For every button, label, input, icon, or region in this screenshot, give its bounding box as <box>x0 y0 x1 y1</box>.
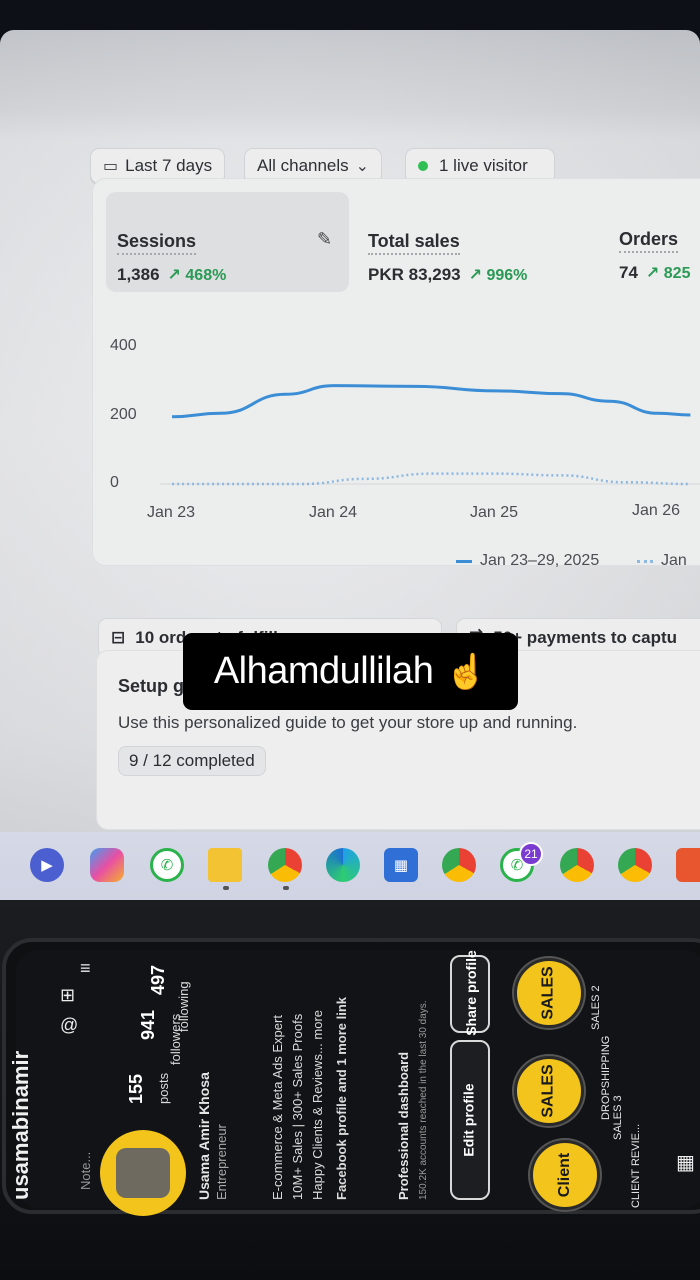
highlight-sales3-caption: SALES 3 <box>612 1095 624 1140</box>
copilot-icon[interactable] <box>90 848 124 882</box>
profile-role: Entrepreneur <box>214 1124 229 1200</box>
chrome-profile-3-icon[interactable] <box>618 848 652 882</box>
profile-name: Usama Amir Khosa <box>196 1072 212 1200</box>
series-current-line <box>171 384 691 419</box>
share-profile-button[interactable]: Share profile <box>450 950 490 1036</box>
story-caption: Alhamdullilah ☝️ <box>183 633 518 710</box>
posts-label: posts <box>156 1072 171 1104</box>
legend-solid-swatch <box>456 559 472 563</box>
chrome-profile-icon[interactable] <box>442 848 476 882</box>
teams-icon[interactable]: ▶ <box>30 848 64 882</box>
whatsapp-badge: 21 <box>519 842 543 866</box>
edit-profile-button[interactable]: Edit profile <box>450 1040 490 1200</box>
highlight-client-label: Client <box>555 1152 573 1198</box>
legend-current: Jan 23–29, 2025 <box>456 552 599 570</box>
dashboard-subtitle: 150.2K accounts reached in the last 30 d… <box>418 1000 429 1200</box>
highlight-sales2-caption: SALES 2 <box>590 985 602 1030</box>
profile-links[interactable]: Facebook profile and 1 more link <box>334 997 349 1200</box>
menu-icon[interactable]: ≡ <box>80 958 91 979</box>
chrome-icon[interactable] <box>268 848 302 882</box>
setup-guide-description: Use this personalized guide to get your … <box>118 713 578 732</box>
inbox-icon: ⊟ <box>111 628 126 647</box>
bio-line-3[interactable]: Happy Clients & Reviews... more <box>310 1010 325 1200</box>
setup-guide-title: Setup g <box>118 676 184 696</box>
following-count[interactable]: 497 <box>148 965 169 995</box>
chrome-running-dot <box>283 886 289 890</box>
posts-count: 155 <box>126 1073 146 1104</box>
bio-line-2: 10M+ Sales | 300+ Sales Proofs <box>290 1013 305 1200</box>
share-profile-label: Share profile <box>462 950 479 1036</box>
bio-line-1: E-commerce & Meta Ads Expert <box>270 1015 285 1200</box>
add-post-icon[interactable]: ⊞ <box>60 985 75 1006</box>
legend-current-label: Jan 23–29, 2025 <box>480 552 600 569</box>
explorer-running-dot <box>223 886 229 890</box>
edit-profile-label: Edit profile <box>460 1083 477 1157</box>
file-explorer-icon[interactable] <box>208 848 242 882</box>
pointing-up-icon: ☝️ <box>445 652 488 691</box>
following-label: following <box>176 981 191 1032</box>
followers-count[interactable]: 941 <box>138 1010 159 1040</box>
note-bubble[interactable]: Note... <box>78 1152 93 1190</box>
threads-icon[interactable]: @ <box>60 1015 78 1036</box>
highlight-dropshipping-caption: DROPSHIPPING <box>600 1035 612 1120</box>
profile-photo <box>116 1148 170 1198</box>
professional-dashboard[interactable]: Professional dashboard <box>396 1052 411 1200</box>
photo-stage: ▭ Last 7 days All channels ⌄ 1 live visi… <box>0 0 700 1280</box>
app-icon[interactable] <box>676 848 700 882</box>
legend-compare-label: Jan <box>661 552 687 569</box>
edge-icon[interactable] <box>326 848 360 882</box>
highlight-sales-2-label: SALES <box>540 1064 557 1118</box>
store-icon[interactable]: ▦ <box>384 848 418 882</box>
payments-to-capture-label: 50+ payments to captu <box>493 628 678 647</box>
legend-compare: Jan <box>637 552 687 570</box>
highlight-sales[interactable]: SALES <box>514 958 584 1028</box>
highlight-client-reviews-caption: CLIENT REVIE... <box>630 1123 642 1208</box>
setup-progress-badge: 9 / 12 completed <box>118 746 266 776</box>
chrome-profile-2-icon[interactable] <box>560 848 594 882</box>
highlight-sales-label: SALES <box>540 966 557 1020</box>
sessions-chart <box>160 384 700 486</box>
profile-avatar[interactable] <box>100 1130 186 1216</box>
series-compare-line <box>171 472 691 486</box>
instagram-username: usamabinamir <box>8 1050 33 1200</box>
whatsapp-icon[interactable]: ✆ <box>150 848 184 882</box>
highlight-sales-2[interactable]: SALES <box>514 1056 584 1126</box>
grid-icon[interactable]: ▦ <box>676 1150 695 1175</box>
caption-text: Alhamdullilah <box>213 650 434 692</box>
legend-dotted-swatch <box>637 559 653 563</box>
highlight-client[interactable]: Client <box>530 1140 600 1210</box>
